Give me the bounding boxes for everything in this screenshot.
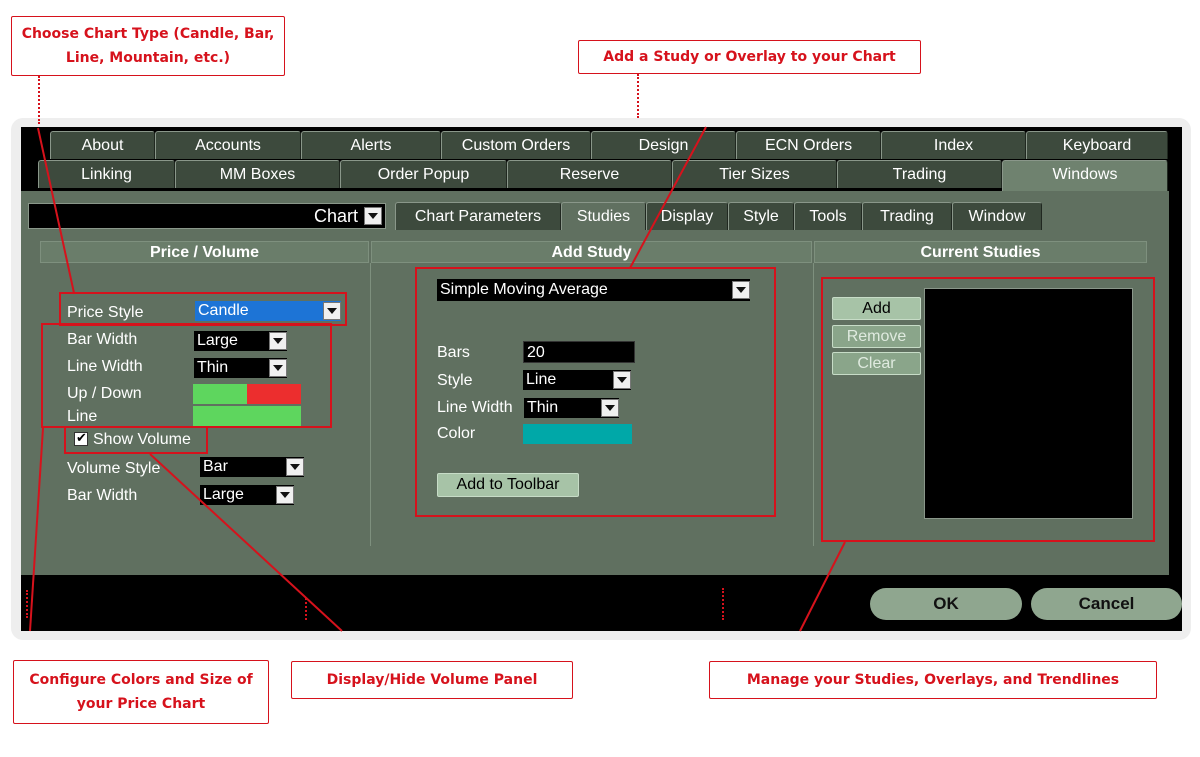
connector-volume-panel <box>149 453 343 632</box>
connector-chart-type <box>37 127 75 294</box>
connector-lines <box>29 126 846 632</box>
connector-configure-colors <box>29 427 44 632</box>
connector-manage-studies <box>799 541 846 632</box>
connector-add-study <box>629 126 707 269</box>
